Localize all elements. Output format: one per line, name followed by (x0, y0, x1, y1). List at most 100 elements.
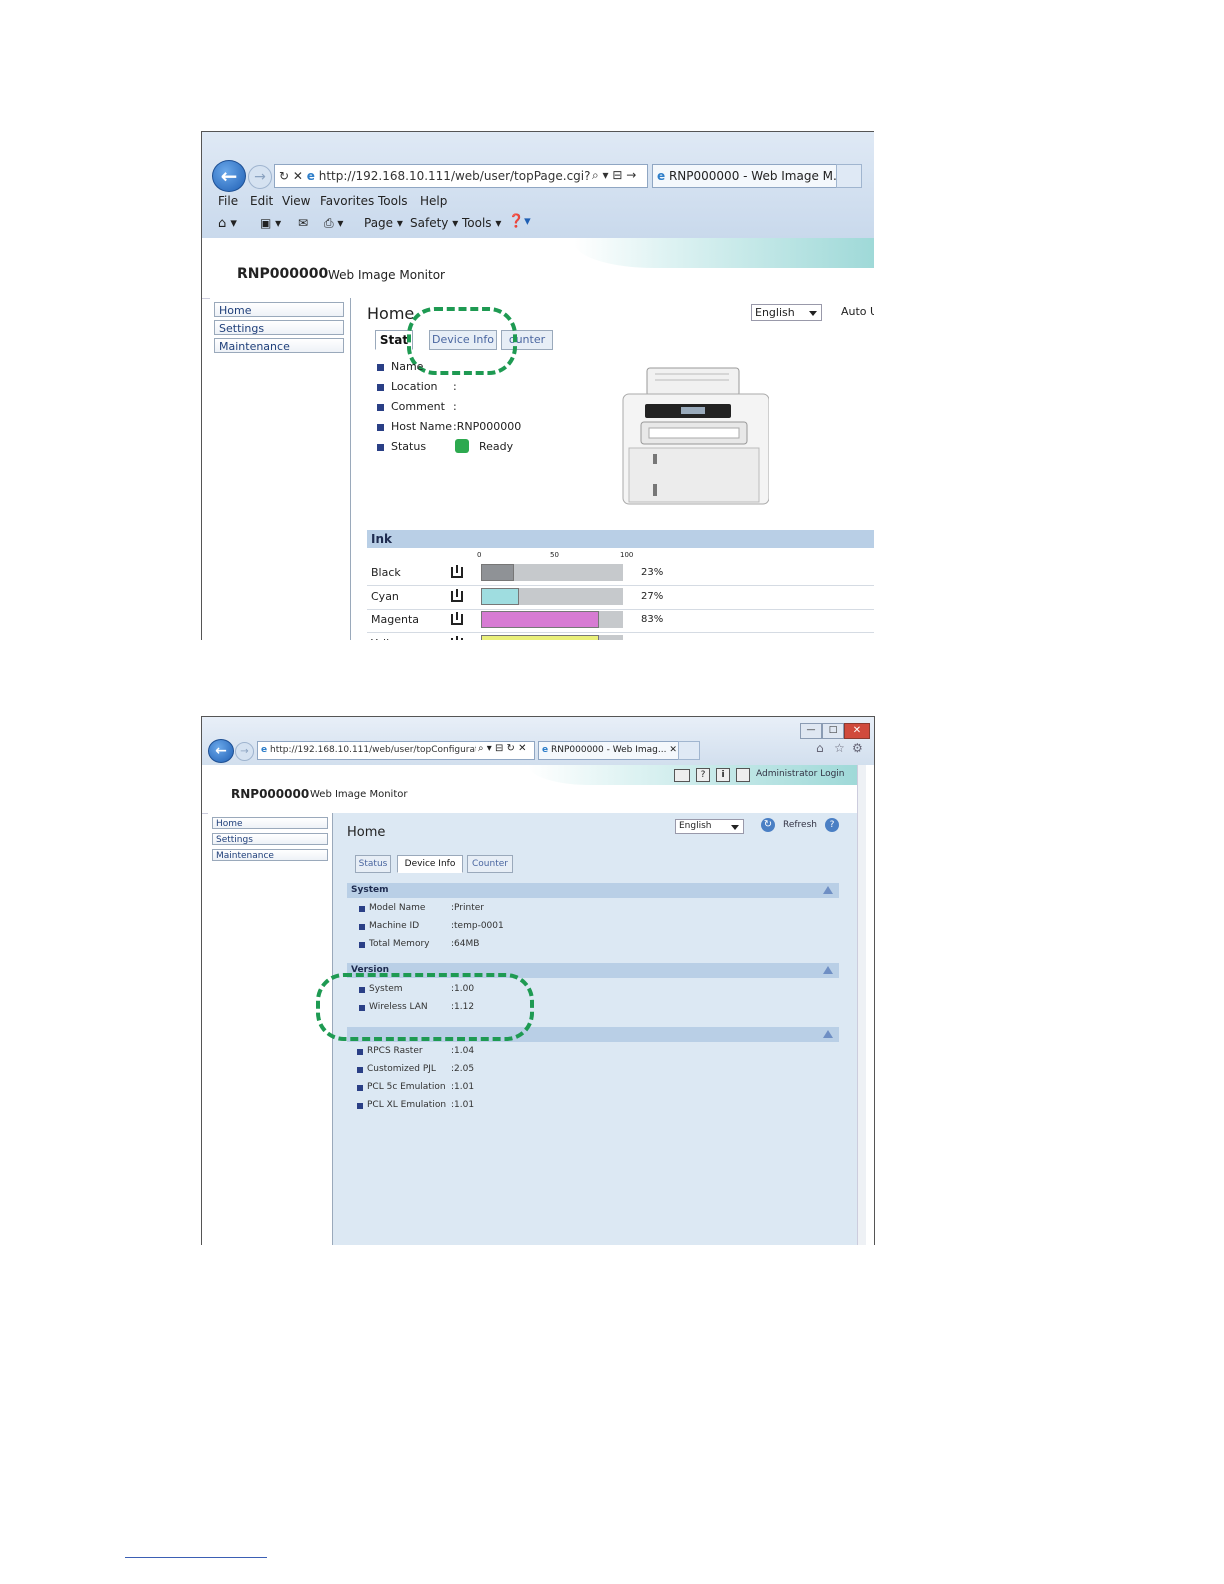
minimize-button[interactable]: — (800, 723, 822, 739)
search-icon[interactable]: ⌕ ▾ ⊟ → (590, 168, 639, 183)
info-icon[interactable]: i (716, 768, 730, 782)
close-window-button[interactable]: ✕ (844, 723, 870, 739)
page-menu[interactable]: Page ▾ (364, 216, 403, 230)
menu-edit[interactable]: Edit (250, 194, 273, 208)
info-value: :1.04 (451, 1046, 475, 1056)
ink-row-divider (367, 585, 874, 586)
refresh-icon[interactable]: ↻ (275, 169, 289, 183)
info-label: PCL XL Emulation (367, 1100, 447, 1110)
close-tab-icon-2[interactable]: ✕ (669, 745, 677, 755)
sidebar-item-home[interactable]: Home (214, 302, 344, 317)
feeds-icon[interactable]: ▣ ▾ (260, 216, 281, 230)
wim-header: RNP000000 Web Image Monitor (202, 238, 874, 299)
ie-tab-icon-2: e (542, 745, 549, 755)
forward-button-2[interactable]: → (235, 742, 254, 761)
language-select[interactable]: English (751, 304, 822, 321)
refresh-icon-2[interactable]: ↻ (761, 818, 775, 832)
login-icon[interactable] (736, 768, 750, 782)
maximize-button[interactable]: □ (822, 723, 844, 739)
sidebar-item-maintenance[interactable]: Maintenance (214, 338, 344, 353)
ink-level-bar (481, 611, 623, 628)
screenshot-device-info: — □ ✕ ← → e http://192.168.10.111/web/us… (201, 716, 875, 1245)
bullet-icon (359, 906, 365, 912)
browser-tab[interactable]: e RNP000000 - Web Image M... ✕ (652, 164, 840, 188)
bullet-icon (377, 424, 384, 431)
ink-level-bar (481, 634, 623, 640)
language-value-2: English (679, 821, 712, 831)
print-icon[interactable]: ⎙ ▾ (324, 216, 343, 231)
tab-device-info-2[interactable]: Device Info (397, 855, 463, 873)
stop-icon[interactable]: ✕ (293, 169, 303, 183)
sidebar-2: Home Settings Maintenance (208, 813, 333, 1245)
sidebar-item-settings[interactable]: Settings (214, 320, 344, 335)
ink-scale-50: 50 (550, 551, 559, 559)
help-icon-2[interactable]: ? (825, 818, 839, 832)
menu-file[interactable]: File (218, 194, 238, 208)
sidebar-item-home-2[interactable]: Home (212, 817, 328, 829)
ink-cartridge-icon[interactable] (451, 565, 463, 578)
info-value: :Printer (451, 903, 484, 913)
safety-menu[interactable]: Safety ▾ (410, 216, 458, 230)
keyboard-icon[interactable] (674, 769, 690, 782)
tab-status-2[interactable]: Status (355, 855, 391, 873)
bullet-icon (359, 942, 365, 948)
ink-name: Magenta (371, 613, 420, 626)
page-title: Home (367, 304, 415, 323)
administrator-login-link[interactable]: Administrator Login (756, 769, 845, 779)
bullet-icon (377, 364, 384, 371)
menu-help[interactable]: Help (420, 194, 447, 208)
back-button-2[interactable]: ← (208, 739, 234, 763)
ink-cartridge-icon[interactable] (451, 612, 463, 625)
home-icon-2[interactable]: ⌂ (816, 741, 824, 755)
system-section-header: System (347, 883, 839, 898)
safety-menu-label: Safety (410, 216, 449, 230)
back-button[interactable]: ← (212, 160, 246, 192)
app-name-2: Web Image Monitor (310, 789, 408, 800)
ink-percent: 27% (641, 590, 664, 602)
language-select-2[interactable]: English (675, 819, 744, 834)
app-name: Web Image Monitor (328, 268, 445, 282)
search-icon-2[interactable]: ⌕ ▾ ⊟ ↻ ✕ (476, 743, 529, 754)
ink-percent: 23% (641, 567, 664, 578)
info-label: Name (391, 360, 424, 373)
menu-favorites[interactable]: Favorites (320, 194, 374, 208)
new-tab-button-2[interactable] (678, 741, 700, 760)
chevron-down-icon (809, 311, 817, 316)
bullet-icon (359, 924, 365, 930)
scrollbar[interactable] (857, 765, 866, 1245)
refresh-button[interactable]: Refresh (783, 820, 817, 830)
info-label: Total Memory (369, 939, 430, 949)
gear-icon[interactable]: ⚙ (852, 741, 863, 755)
home-icon[interactable]: ⌂ ▾ (218, 216, 237, 231)
menu-tools[interactable]: Tools (378, 194, 408, 208)
collapse-icon-pdl[interactable] (823, 1030, 833, 1038)
ink-level-bar (481, 587, 623, 605)
ink-cartridge-icon[interactable] (451, 635, 463, 640)
mail-icon[interactable]: ✉ (298, 216, 308, 230)
ink-level-fill (481, 564, 514, 581)
star-icon[interactable]: ☆ (834, 741, 845, 755)
browser-tab-2[interactable]: e RNP000000 - Web Imag... ✕ (538, 741, 681, 760)
sidebar-item-maintenance-2[interactable]: Maintenance (212, 849, 328, 861)
forward-button[interactable]: → (248, 165, 272, 189)
sidebar: Home Settings Maintenance (210, 298, 351, 640)
help-icon[interactable]: ❓▾ (508, 214, 531, 229)
question-icon[interactable]: ? (696, 768, 710, 782)
tab-title: RNP000000 - Web Image M... (668, 169, 840, 183)
sidebar-item-settings-2[interactable]: Settings (212, 833, 328, 845)
main-content: Home English Auto U Stat Device Info oun… (351, 298, 874, 640)
info-label: Location (391, 380, 438, 393)
menu-view[interactable]: View (282, 194, 310, 208)
bullet-icon (357, 1067, 363, 1073)
new-tab-button[interactable] (836, 164, 862, 188)
ink-cartridge-icon[interactable] (451, 588, 463, 602)
info-label: Model Name (369, 903, 426, 913)
tools-menu[interactable]: Tools ▾ (462, 216, 501, 230)
chevron-down-icon-2 (731, 825, 739, 830)
bullet-icon (377, 404, 384, 411)
collapse-icon-version[interactable] (823, 966, 833, 974)
url-text-2: http://192.168.10.111/web/user/topConfig… (269, 745, 482, 755)
collapse-icon-system[interactable] (823, 886, 833, 894)
tab-counter-2[interactable]: Counter (467, 855, 513, 873)
browser-chrome: ← → ↻ ✕ e http://192.168.10.111/web/user… (202, 132, 874, 238)
